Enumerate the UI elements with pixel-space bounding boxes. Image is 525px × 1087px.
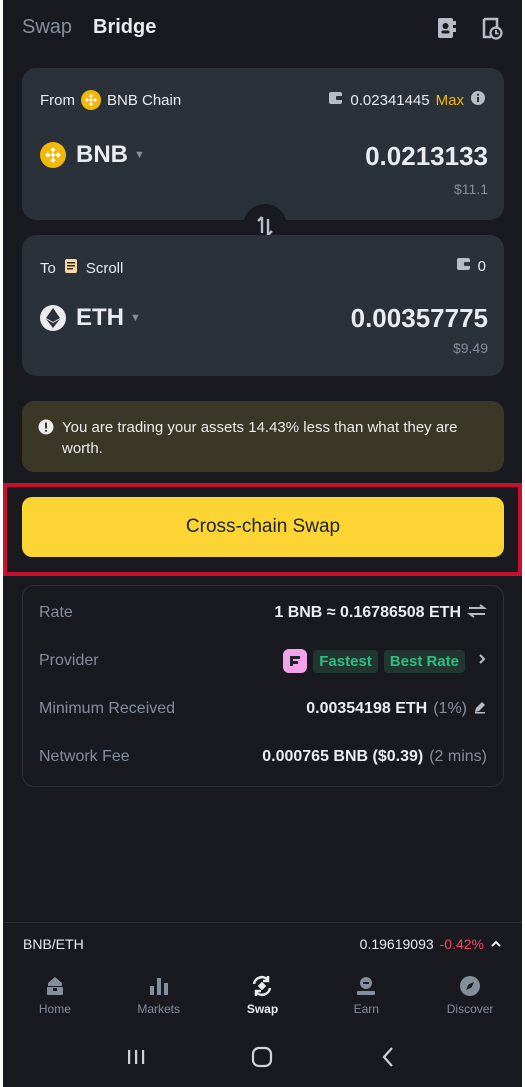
tab-swap[interactable]: Swap (22, 16, 72, 39)
from-amount-input[interactable]: 0.0213133 (365, 141, 488, 172)
to-balance-row: 0 (456, 257, 486, 275)
max-button[interactable]: Max (436, 92, 464, 109)
slippage-value: (1%) (433, 700, 467, 717)
app-screen: Swap Bridge From BNB Chain 0.02341445 Ma… (3, 0, 522, 1087)
tag-fastest: Fastest (313, 649, 378, 673)
back-icon[interactable] (377, 1045, 401, 1069)
to-token-selector[interactable]: ETH ▼ (40, 304, 141, 332)
rate-toggle-icon[interactable] (467, 603, 487, 624)
history-icon[interactable] (481, 16, 503, 40)
recent-apps-icon[interactable] (124, 1045, 148, 1069)
edit-icon[interactable] (473, 700, 487, 719)
chevron-up-icon (490, 936, 502, 952)
to-label: To (40, 259, 56, 277)
wallet-icon (328, 91, 344, 109)
minimum-received-label: Minimum Received (39, 700, 176, 717)
provider-logo-icon (283, 649, 308, 673)
bnb-chain-icon (81, 90, 101, 110)
bottom-navigation: Home Markets Swap Earn Discover (3, 964, 522, 1026)
tag-best-rate: Best Rate (383, 649, 465, 673)
nav-discover[interactable]: Discover (418, 964, 522, 1026)
to-usd-value: $9.49 (452, 340, 488, 356)
swap-arrows-icon (257, 216, 273, 236)
rate-label: Rate (39, 604, 73, 621)
from-token-symbol: BNB (76, 141, 128, 168)
bnb-token-icon (40, 142, 66, 168)
minimum-received-value: 0.00354198 ETH (306, 700, 428, 717)
earn-icon (357, 977, 376, 995)
ticker-pair: BNB/ETH (23, 935, 84, 952)
info-icon[interactable] (470, 90, 486, 110)
network-fee-value: 0.000765 BNB ($0.39) (262, 748, 424, 765)
price-ticker[interactable]: BNB/ETH 0.19619093 -0.42% (3, 922, 522, 964)
home-button-icon[interactable] (250, 1045, 274, 1069)
nav-swap[interactable]: Swap (211, 964, 315, 1026)
from-balance-row: 0.02341445 Max (328, 90, 486, 110)
to-chain-row[interactable]: To Scroll (40, 257, 123, 279)
nav-markets[interactable]: Markets (107, 964, 211, 1026)
from-chain-row[interactable]: From BNB Chain (40, 90, 181, 110)
network-fee-label: Network Fee (39, 748, 130, 765)
quote-details: Rate 1 BNB ≈ 0.16786508 ETH Provider Fas… (22, 585, 504, 787)
to-token-symbol: ETH (76, 304, 124, 331)
swap-icon (253, 975, 272, 997)
from-chain-name: BNB Chain (107, 91, 182, 109)
system-navigation-bar (3, 1026, 522, 1087)
header: Swap Bridge (3, 0, 522, 58)
tab-bridge[interactable]: Bridge (93, 16, 156, 39)
network-fee-time: (2 mins) (429, 748, 487, 765)
minimum-received-row: Minimum Received 0.00354198 ETH (1%) (39, 695, 487, 723)
chevron-down-icon: ▼ (130, 312, 141, 324)
home-icon (46, 977, 63, 995)
from-label: From (40, 91, 75, 109)
chevron-right-icon (477, 652, 487, 670)
provider-label: Provider (39, 652, 99, 669)
from-usd-value: $11.1 (454, 181, 488, 197)
from-card: From BNB Chain 0.02341445 Max BNB ▼ 0.02… (22, 68, 504, 220)
to-card: To Scroll 0 ETH ▼ 0.00357775 $9.49 (22, 235, 504, 376)
eth-token-icon (40, 305, 66, 331)
ticker-change: -0.42% (439, 935, 484, 952)
scroll-chain-icon (62, 257, 80, 279)
to-amount: 0.00357775 (350, 303, 488, 333)
markets-icon (149, 978, 168, 995)
to-chain-name: Scroll (85, 259, 124, 277)
rate-row: Rate 1 BNB ≈ 0.16786508 ETH (39, 599, 487, 627)
wallet-icon (456, 257, 472, 275)
warning-icon (38, 419, 54, 441)
nav-earn[interactable]: Earn (314, 964, 418, 1026)
price-impact-warning: You are trading your assets 14.43% less … (22, 401, 504, 472)
provider-row[interactable]: Provider Fastest Best Rate (39, 647, 487, 675)
address-book-icon[interactable] (435, 16, 457, 40)
nav-home[interactable]: Home (3, 964, 107, 1026)
ticker-price: 0.19619093 (359, 935, 434, 952)
cross-chain-swap-button[interactable]: Cross-chain Swap (22, 497, 504, 557)
network-fee-row: Network Fee 0.000765 BNB ($0.39) (2 mins… (39, 743, 487, 771)
rate-value: 1 BNB ≈ 0.16786508 ETH (274, 604, 461, 621)
discover-icon (460, 976, 481, 996)
to-balance: 0 (477, 257, 486, 275)
warning-text: You are trading your assets 14.43% less … (62, 419, 458, 457)
from-token-selector[interactable]: BNB ▼ (40, 141, 145, 169)
chevron-down-icon: ▼ (134, 149, 145, 161)
from-balance: 0.02341445 (350, 91, 430, 109)
